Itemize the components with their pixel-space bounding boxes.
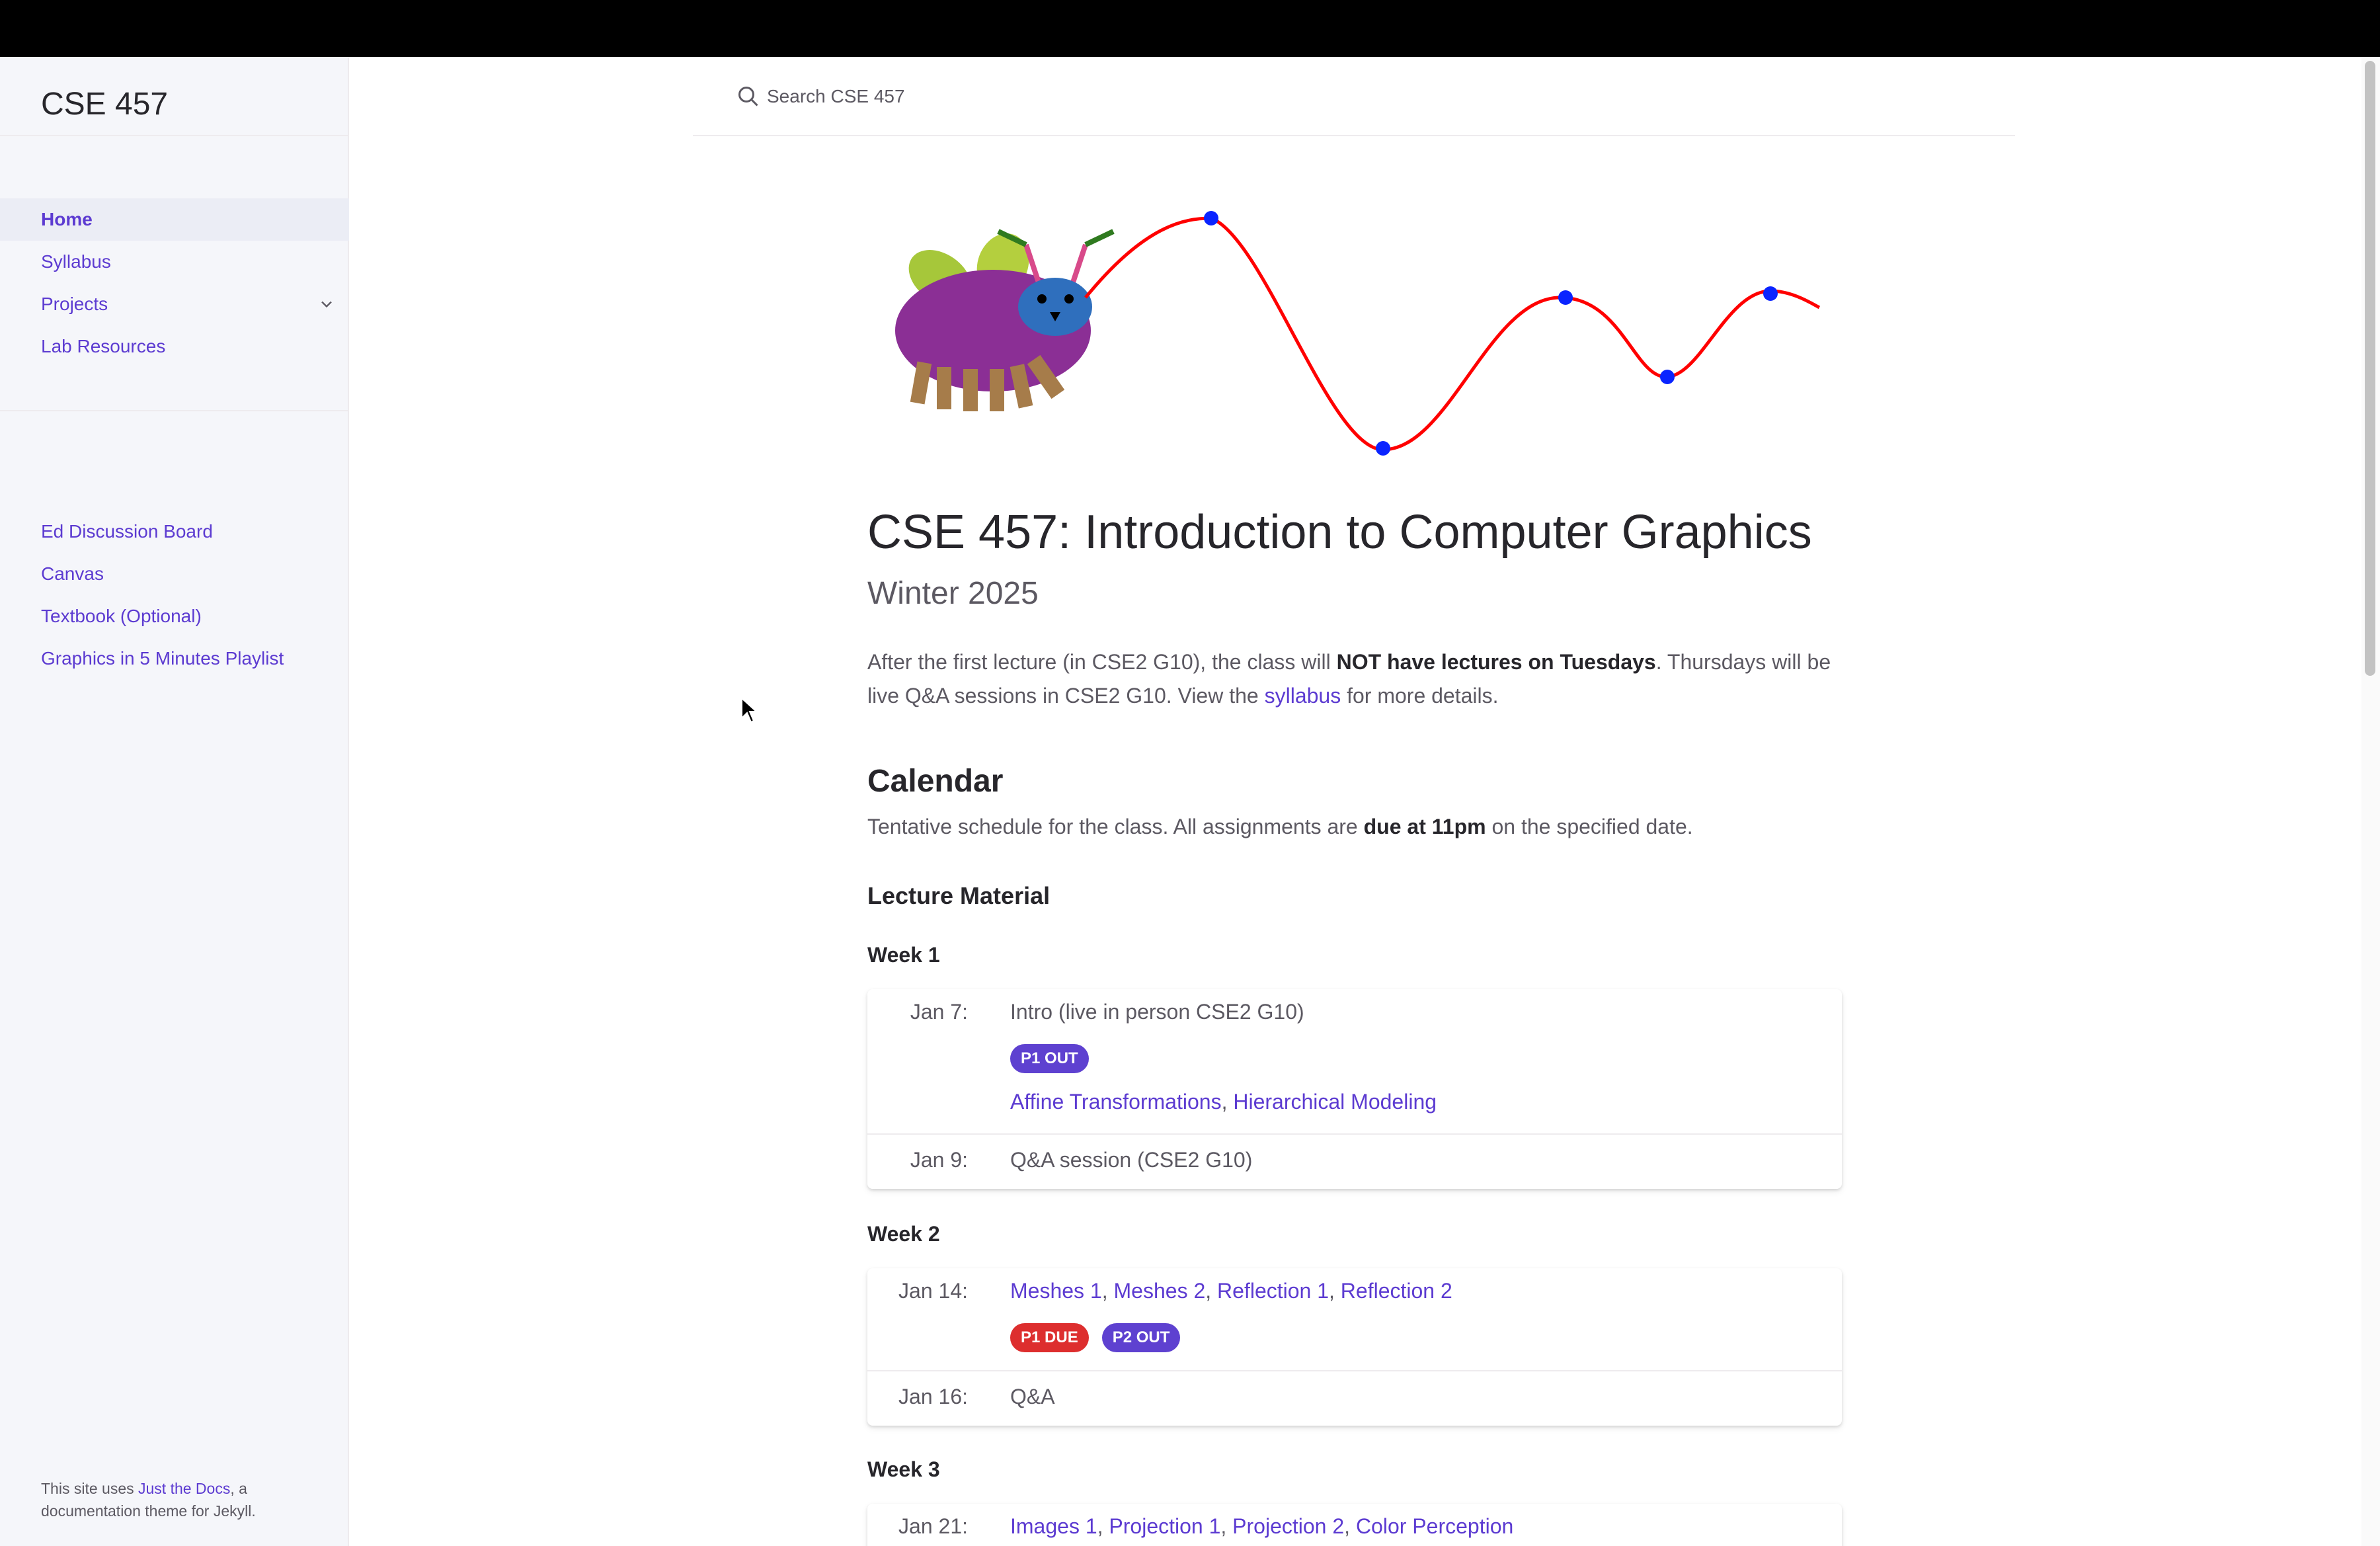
row-text: Q&A [1010, 1385, 1055, 1408]
just-the-docs-link[interactable]: Just the Docs [138, 1480, 230, 1497]
week-heading: Week 3 [867, 1457, 940, 1481]
link-line: Affine Transformations, Hierarchical Mod… [1010, 1090, 1437, 1114]
week-card: Jan 21: Images 1, Projection 1, Projecti… [867, 1504, 1842, 1546]
divider [0, 410, 349, 411]
divider [0, 135, 349, 136]
row-body: Q&A session (CSE2 G10) [1010, 1143, 1252, 1188]
week-heading: Week 1 [867, 943, 940, 967]
sidebar-item-projects[interactable]: Projects [0, 283, 349, 325]
sidebar-item-syllabus[interactable]: Syllabus [0, 241, 349, 283]
lecture-link[interactable]: Affine Transformations [1010, 1090, 1222, 1114]
lecture-link[interactable]: Projection 1 [1109, 1514, 1220, 1538]
row-body: Intro (live in person CSE2 G10) P1 OUT A… [1010, 995, 1437, 1129]
sidebar-item-projects-wrap: Projects [0, 283, 349, 325]
page-subtitle: Winter 2025 [867, 576, 1039, 611]
calendar-description: Tentative schedule for the class. All as… [867, 815, 1693, 839]
week-heading: Week 2 [867, 1222, 940, 1246]
sidebar-item-lab-resources[interactable]: Lab Resources [0, 325, 349, 368]
link-line: Images 1, Projection 1, Projection 2, Co… [1010, 1514, 1514, 1538]
lecture-link[interactable]: Projection 2 [1232, 1514, 1344, 1538]
chevron-down-icon[interactable] [317, 295, 336, 313]
sidebar-item-playlist[interactable]: Graphics in 5 Minutes Playlist [0, 637, 349, 680]
sidebar-footer: This site uses Just the Docs, a document… [41, 1477, 319, 1522]
sidebar: CSE 457 Home Syllabus Projects Lab Resou… [0, 57, 349, 1546]
scrollbar-thumb[interactable] [2365, 61, 2375, 676]
lecture-link[interactable]: Images 1 [1010, 1514, 1097, 1538]
desc-text: Tentative schedule for the class. All as… [867, 815, 1364, 838]
week-card: Jan 14: Meshes 1, Meshes 2, Reflection 1… [867, 1268, 1842, 1426]
row-body: Images 1, Projection 1, Projection 2, Co… [1010, 1509, 1513, 1546]
status-badge: P2 OUT [1101, 1322, 1181, 1352]
intro-bold: NOT have lectures on Tuesdays [1336, 650, 1656, 674]
row-date: Jan 7: [910, 1000, 968, 1024]
desc-bold: due at 11pm [1363, 815, 1486, 838]
row-date: Jan 16: [898, 1385, 968, 1408]
badge-line: P1 OUT [1010, 1039, 1437, 1084]
calendar-heading: Calendar [867, 764, 1004, 799]
week-card: Jan 7: Intro (live in person CSE2 G10) P… [867, 989, 1842, 1189]
mouse-cursor-icon [741, 697, 758, 723]
desc-text: on the specified date. [1486, 815, 1693, 838]
row-date: Jan 14: [898, 1279, 968, 1303]
site-title-link[interactable]: CSE 457 [41, 78, 168, 131]
calendar-row: Jan 16: Q&A [867, 1370, 1842, 1426]
link-line: Meshes 1, Meshes 2, Reflection 1, Reflec… [1010, 1279, 1452, 1303]
lecture-material-heading: Lecture Material [867, 882, 1051, 909]
search-input[interactable] [767, 81, 1296, 112]
intro-paragraph: After the first lecture (in CSE2 G10), t… [867, 645, 1843, 713]
sidebar-item-textbook[interactable]: Textbook (Optional) [0, 595, 349, 637]
intro-text: After the first lecture (in CSE2 G10), t… [867, 650, 1337, 674]
row-date: Jan 21: [898, 1514, 968, 1538]
page-title: CSE 457: Introduction to Computer Graphi… [867, 506, 1812, 559]
sidebar-external-links: Ed Discussion Board Canvas Textbook (Opt… [0, 510, 349, 680]
calendar-row: Jan 14: Meshes 1, Meshes 2, Reflection 1… [867, 1268, 1842, 1370]
status-badge: P1 DUE [1010, 1322, 1089, 1352]
calendar-row: Jan 7: Intro (live in person CSE2 G10) P… [867, 989, 1842, 1133]
syllabus-link[interactable]: syllabus [1265, 684, 1341, 708]
search-icon [738, 87, 758, 106]
search-bar [693, 57, 2015, 136]
lecture-link[interactable]: Hierarchical Modeling [1233, 1090, 1437, 1114]
sidebar-item-home[interactable]: Home [0, 198, 349, 241]
row-body: Meshes 1, Meshes 2, Reflection 1, Reflec… [1010, 1274, 1452, 1363]
lecture-link[interactable]: Meshes 1 [1010, 1279, 1102, 1303]
sidebar-item-ed-discussion[interactable]: Ed Discussion Board [0, 510, 349, 553]
row-body: Q&A [1010, 1379, 1055, 1424]
os-top-bar [0, 0, 2380, 57]
lecture-link[interactable]: Reflection 2 [1341, 1279, 1452, 1303]
lecture-link[interactable]: Meshes 2 [1114, 1279, 1206, 1303]
course-banner-illustration [895, 211, 1821, 456]
row-text: Intro (live in person CSE2 G10) [1010, 1000, 1304, 1024]
sidebar-nav: Home Syllabus Projects Lab Resources [0, 198, 349, 368]
intro-text: for more details. [1341, 684, 1499, 708]
footer-text: This site uses [41, 1480, 138, 1497]
badge-line: P1 DUE P2 OUT [1010, 1319, 1452, 1363]
status-badge: P1 OUT [1010, 1043, 1089, 1073]
calendar-row: Jan 9: Q&A session (CSE2 G10) [867, 1133, 1842, 1189]
calendar-row: Jan 21: Images 1, Projection 1, Projecti… [867, 1504, 1842, 1546]
lecture-link[interactable]: Reflection 1 [1217, 1279, 1329, 1303]
row-text: Q&A session (CSE2 G10) [1010, 1148, 1253, 1172]
lecture-link[interactable]: Color Perception [1356, 1514, 1513, 1538]
row-date: Jan 9: [910, 1148, 968, 1172]
sidebar-item-canvas[interactable]: Canvas [0, 553, 349, 595]
